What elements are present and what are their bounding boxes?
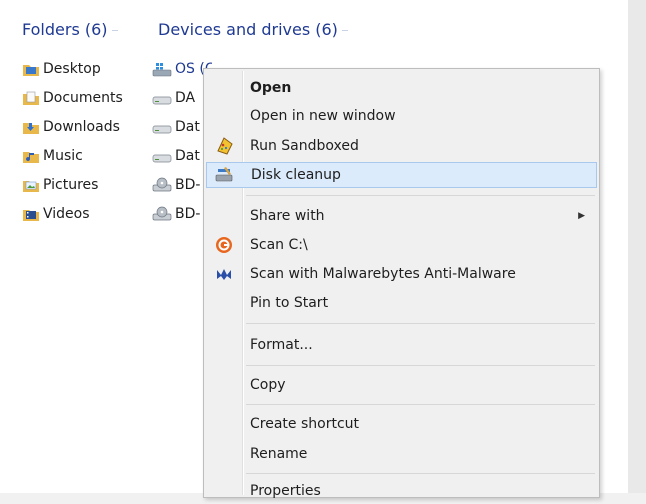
devices-group-title: Devices and drives (6) bbox=[158, 20, 338, 39]
windows-drive-icon bbox=[152, 62, 172, 76]
menu-item-label: Share with bbox=[250, 208, 325, 224]
menu-item-scan-c[interactable]: Scan C:\ bbox=[206, 232, 597, 258]
devices-group-header[interactable]: Devices and drives (6) bbox=[158, 20, 348, 39]
menu-item-properties[interactable]: Properties bbox=[206, 478, 597, 504]
menu-item-label: Open bbox=[250, 80, 292, 96]
folder-label: Documents bbox=[43, 89, 123, 106]
folder-label: Videos bbox=[43, 205, 90, 222]
desktop-folder-icon bbox=[23, 64, 39, 76]
documents-folder-icon bbox=[23, 91, 39, 105]
window-edge bbox=[628, 0, 646, 493]
antivirus-scan-icon bbox=[216, 237, 232, 253]
folder-item-music[interactable]: Music bbox=[22, 141, 123, 170]
menu-item-copy[interactable]: Copy bbox=[206, 372, 597, 398]
folder-list: Desktop Documents Downloads Music Pictur… bbox=[22, 54, 123, 228]
malwarebytes-icon bbox=[217, 269, 231, 280]
menu-item-label: Pin to Start bbox=[250, 295, 329, 311]
menu-item-open[interactable]: Open bbox=[206, 75, 597, 101]
folder-label: Desktop bbox=[43, 60, 101, 77]
menu-item-label: Open in new window bbox=[250, 108, 396, 124]
menu-item-format[interactable]: Format... bbox=[206, 332, 597, 358]
folder-item-desktop[interactable]: Desktop bbox=[22, 54, 123, 83]
folder-item-pictures[interactable]: Pictures bbox=[22, 170, 123, 199]
sandboxie-icon bbox=[217, 137, 233, 155]
disk-cleanup-icon bbox=[215, 167, 233, 182]
menu-item-pin-to-start[interactable]: Pin to Start bbox=[206, 290, 597, 316]
folder-label: Pictures bbox=[43, 176, 99, 193]
drive-label: BD- bbox=[175, 176, 201, 193]
menu-item-label: Create shortcut bbox=[250, 416, 360, 432]
drive-label: Dat bbox=[175, 118, 200, 135]
folder-item-videos[interactable]: Videos bbox=[22, 199, 123, 228]
menu-item-create-shortcut[interactable]: Create shortcut bbox=[206, 411, 597, 437]
menu-item-rename[interactable]: Rename bbox=[206, 441, 597, 467]
music-folder-icon bbox=[23, 151, 39, 163]
folder-label: Music bbox=[43, 147, 83, 164]
folders-group-header[interactable]: Folders (6) bbox=[22, 20, 118, 39]
menu-separator bbox=[246, 473, 595, 474]
drive-label: DA bbox=[175, 89, 196, 106]
downloads-folder-icon bbox=[23, 122, 39, 134]
menu-separator bbox=[246, 404, 595, 405]
pictures-folder-icon bbox=[23, 180, 39, 192]
hard-drive-icon bbox=[152, 125, 172, 133]
submenu-arrow-icon: ▶ bbox=[578, 211, 585, 221]
hard-drive-icon bbox=[152, 96, 172, 104]
menu-item-label: Scan with Malwarebytes Anti-Malware bbox=[250, 266, 516, 282]
folders-group-title: Folders (6) bbox=[22, 20, 108, 39]
videos-folder-icon bbox=[23, 209, 39, 221]
context-menu: Open Open in new window Run Sandboxed Di… bbox=[203, 68, 600, 499]
menu-item-disk-cleanup[interactable]: Disk cleanup bbox=[206, 162, 597, 188]
menu-item-label: Disk cleanup bbox=[251, 167, 341, 183]
menu-item-open-new-window[interactable]: Open in new window bbox=[206, 103, 597, 129]
menu-item-label: Properties bbox=[250, 483, 321, 499]
optical-drive-icon bbox=[152, 177, 172, 191]
menu-item-run-sandboxed[interactable]: Run Sandboxed bbox=[206, 133, 597, 159]
folder-item-downloads[interactable]: Downloads bbox=[22, 112, 123, 141]
menu-item-label: Scan C:\ bbox=[250, 237, 308, 253]
hard-drive-icon bbox=[152, 154, 172, 162]
menu-item-label: Run Sandboxed bbox=[250, 138, 359, 154]
drive-label: Dat bbox=[175, 147, 200, 164]
menu-separator bbox=[246, 195, 595, 196]
menu-separator bbox=[246, 323, 595, 324]
menu-item-scan-malwarebytes[interactable]: Scan with Malwarebytes Anti-Malware bbox=[206, 261, 597, 287]
menu-separator bbox=[246, 365, 595, 366]
folder-item-documents[interactable]: Documents bbox=[22, 83, 123, 112]
optical-drive-icon bbox=[152, 206, 172, 220]
menu-item-label: Format... bbox=[250, 337, 313, 353]
menu-item-label: Rename bbox=[250, 446, 308, 462]
folder-label: Downloads bbox=[43, 118, 120, 135]
menu-item-share-with[interactable]: Share with ▶ bbox=[206, 203, 597, 229]
menu-item-label: Copy bbox=[250, 377, 286, 393]
drive-label: BD- bbox=[175, 205, 201, 222]
